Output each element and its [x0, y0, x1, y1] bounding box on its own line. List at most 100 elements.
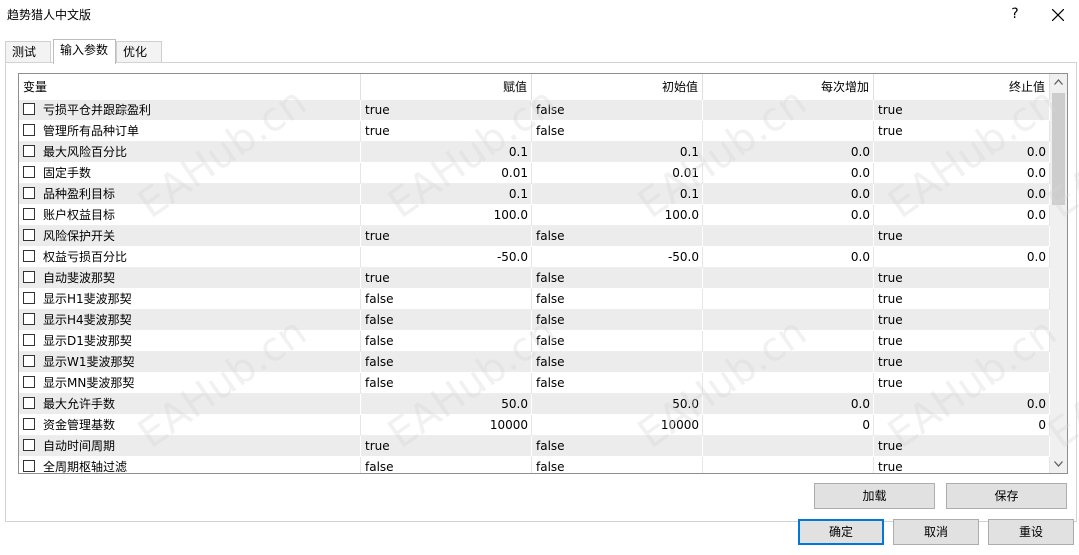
- param-step-cell[interactable]: 0.0: [703, 247, 874, 268]
- param-start-cell[interactable]: false: [532, 289, 703, 310]
- header-step[interactable]: 每次增加: [703, 74, 874, 100]
- header-start[interactable]: 初始值: [532, 74, 703, 100]
- param-step-cell[interactable]: 0: [703, 415, 874, 436]
- param-stop-cell[interactable]: true: [874, 268, 1050, 289]
- param-name-cell[interactable]: 权益亏损百分比: [19, 247, 361, 268]
- param-start-cell[interactable]: false: [532, 121, 703, 142]
- param-checkbox[interactable]: [23, 313, 35, 325]
- param-checkbox[interactable]: [23, 439, 35, 451]
- param-step-cell[interactable]: [703, 268, 874, 289]
- param-name-cell[interactable]: 最大风险百分比: [19, 142, 361, 163]
- param-step-cell[interactable]: [703, 331, 874, 352]
- table-row[interactable]: 账户权益目标 100.0 100.0 0.0 0.0: [19, 205, 1050, 226]
- param-stop-cell[interactable]: 0.0: [874, 142, 1050, 163]
- param-value-cell[interactable]: 0.1: [361, 142, 532, 163]
- close-button[interactable]: [1043, 0, 1073, 30]
- param-start-cell[interactable]: false: [532, 100, 703, 121]
- param-step-cell[interactable]: 0.0: [703, 184, 874, 205]
- param-step-cell[interactable]: [703, 457, 874, 473]
- param-checkbox[interactable]: [23, 250, 35, 262]
- param-name-cell[interactable]: 全周期枢轴过滤: [19, 457, 361, 473]
- param-value-cell[interactable]: true: [361, 100, 532, 121]
- param-name-cell[interactable]: 最大允许手数: [19, 394, 361, 415]
- table-row[interactable]: 显示H1斐波那契 false false true: [19, 289, 1050, 310]
- param-value-cell[interactable]: 100.0: [361, 205, 532, 226]
- param-value-cell[interactable]: true: [361, 121, 532, 142]
- param-name-cell[interactable]: 显示H4斐波那契: [19, 310, 361, 331]
- param-value-cell[interactable]: false: [361, 352, 532, 373]
- param-start-cell[interactable]: false: [532, 268, 703, 289]
- param-stop-cell[interactable]: 0: [874, 415, 1050, 436]
- header-variable[interactable]: 变量: [19, 74, 361, 100]
- param-stop-cell[interactable]: true: [874, 100, 1050, 121]
- table-row[interactable]: 显示H4斐波那契 false false true: [19, 310, 1050, 331]
- table-row[interactable]: 固定手数 0.01 0.01 0.0 0.0: [19, 163, 1050, 184]
- param-stop-cell[interactable]: 0.0: [874, 184, 1050, 205]
- param-name-cell[interactable]: 风险保护开关: [19, 226, 361, 247]
- param-stop-cell[interactable]: 0.0: [874, 205, 1050, 226]
- param-name-cell[interactable]: 自动斐波那契: [19, 268, 361, 289]
- table-row[interactable]: 最大允许手数 50.0 50.0 0.0 0.0: [19, 394, 1050, 415]
- tab-optimization[interactable]: 优化: [116, 41, 162, 62]
- scroll-up-button[interactable]: [1050, 74, 1067, 91]
- param-value-cell[interactable]: 50.0: [361, 394, 532, 415]
- param-value-cell[interactable]: 10000: [361, 415, 532, 436]
- cancel-button[interactable]: 取消: [893, 519, 979, 545]
- param-checkbox[interactable]: [23, 124, 35, 136]
- param-stop-cell[interactable]: true: [874, 310, 1050, 331]
- param-checkbox[interactable]: [23, 187, 35, 199]
- header-value[interactable]: 赋值: [361, 74, 532, 100]
- param-checkbox[interactable]: [23, 292, 35, 304]
- param-name-cell[interactable]: 账户权益目标: [19, 205, 361, 226]
- table-row[interactable]: 权益亏损百分比 -50.0 -50.0 0.0 0.0: [19, 247, 1050, 268]
- table-row[interactable]: 全周期枢轴过滤 false false true: [19, 457, 1050, 473]
- param-checkbox[interactable]: [23, 145, 35, 157]
- save-button[interactable]: 保存: [946, 483, 1067, 509]
- param-value-cell[interactable]: true: [361, 268, 532, 289]
- param-stop-cell[interactable]: 0.0: [874, 163, 1050, 184]
- header-stop[interactable]: 终止值: [874, 74, 1050, 100]
- param-start-cell[interactable]: false: [532, 436, 703, 457]
- param-step-cell[interactable]: [703, 373, 874, 394]
- param-name-cell[interactable]: 亏损平仓并跟踪盈利: [19, 100, 361, 121]
- table-row[interactable]: 品种盈利目标 0.1 0.1 0.0 0.0: [19, 184, 1050, 205]
- param-stop-cell[interactable]: true: [874, 121, 1050, 142]
- param-step-cell[interactable]: [703, 121, 874, 142]
- tab-input-params[interactable]: 输入参数: [53, 39, 116, 64]
- vertical-scrollbar[interactable]: [1050, 74, 1067, 473]
- param-start-cell[interactable]: false: [532, 310, 703, 331]
- param-stop-cell[interactable]: true: [874, 436, 1050, 457]
- param-value-cell[interactable]: true: [361, 436, 532, 457]
- param-value-cell[interactable]: false: [361, 331, 532, 352]
- param-checkbox[interactable]: [23, 229, 35, 241]
- param-stop-cell[interactable]: true: [874, 352, 1050, 373]
- param-checkbox[interactable]: [23, 166, 35, 178]
- param-name-cell[interactable]: 管理所有品种订单: [19, 121, 361, 142]
- param-start-cell[interactable]: false: [532, 457, 703, 473]
- param-checkbox[interactable]: [23, 397, 35, 409]
- param-start-cell[interactable]: 0.01: [532, 163, 703, 184]
- param-start-cell[interactable]: 0.1: [532, 142, 703, 163]
- param-stop-cell[interactable]: 0.0: [874, 247, 1050, 268]
- table-row[interactable]: 风险保护开关 true false true: [19, 226, 1050, 247]
- ok-button[interactable]: 确定: [798, 519, 884, 545]
- param-start-cell[interactable]: false: [532, 352, 703, 373]
- param-checkbox[interactable]: [23, 208, 35, 220]
- table-row[interactable]: 资金管理基数 10000 10000 0 0: [19, 415, 1050, 436]
- param-start-cell[interactable]: false: [532, 373, 703, 394]
- param-name-cell[interactable]: 显示W1斐波那契: [19, 352, 361, 373]
- param-step-cell[interactable]: [703, 226, 874, 247]
- param-step-cell[interactable]: [703, 289, 874, 310]
- param-value-cell[interactable]: false: [361, 289, 532, 310]
- param-start-cell[interactable]: -50.0: [532, 247, 703, 268]
- table-row[interactable]: 自动斐波那契 true false true: [19, 268, 1050, 289]
- param-checkbox[interactable]: [23, 376, 35, 388]
- param-value-cell[interactable]: true: [361, 226, 532, 247]
- param-name-cell[interactable]: 自动时间周期: [19, 436, 361, 457]
- param-stop-cell[interactable]: true: [874, 289, 1050, 310]
- param-step-cell[interactable]: 0.0: [703, 163, 874, 184]
- param-stop-cell[interactable]: true: [874, 226, 1050, 247]
- param-checkbox[interactable]: [23, 271, 35, 283]
- param-name-cell[interactable]: 固定手数: [19, 163, 361, 184]
- param-start-cell[interactable]: false: [532, 226, 703, 247]
